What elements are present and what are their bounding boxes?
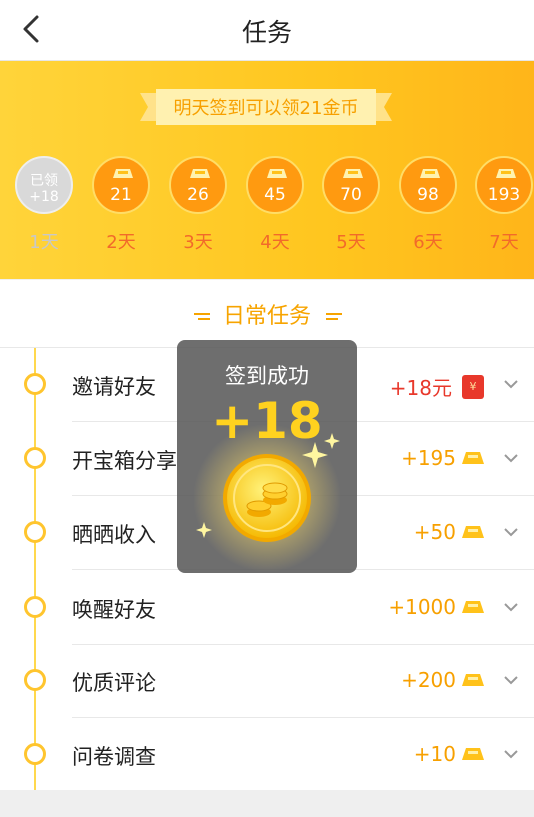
reward-value: +10: [413, 742, 456, 766]
toast-message: 签到成功: [225, 364, 309, 388]
task-row[interactable]: 问卷调查 +10: [0, 718, 534, 792]
day-label: 1天: [29, 232, 59, 253]
gold-ingot-icon: [496, 169, 516, 178]
checkin-day-3: 26 3天: [168, 156, 228, 254]
day-coin: 45: [246, 156, 304, 214]
checkin-day-2: 21 2天: [91, 156, 151, 254]
day-coin: 193: [475, 156, 533, 214]
reward-value: +195: [401, 446, 456, 470]
day-label: 4天: [260, 232, 290, 253]
chevron-down-icon[interactable]: [504, 525, 518, 539]
timeline-dot: [24, 447, 46, 469]
timeline-dot: [24, 596, 46, 618]
gold-ingot-icon: [462, 526, 484, 538]
claimed-status: 已领: [30, 173, 58, 189]
chevron-down-icon[interactable]: [504, 673, 518, 687]
day-amount: 98: [417, 185, 439, 205]
timeline-dot: [24, 669, 46, 691]
checkin-banner: 明天签到可以领21金币 已领 +18 1天 21 2天 26 3天 45 4天: [0, 61, 534, 279]
task-row[interactable]: 唤醒好友 +1000: [0, 571, 534, 645]
day-label: 7天: [489, 232, 519, 253]
day-amount: 21: [110, 185, 132, 205]
day-amount: 193: [487, 185, 521, 205]
task-name: 晒晒收入: [72, 523, 156, 547]
red-envelope-icon: ¥: [462, 374, 484, 399]
day-amount: 45: [264, 185, 286, 205]
gold-ingot-icon: [113, 169, 133, 178]
gold-ingot-icon: [462, 674, 484, 686]
task-reward: +1000: [388, 595, 484, 619]
checkin-day-6: 98 6天: [398, 156, 458, 254]
toast-amount: +18: [211, 392, 323, 450]
checkin-day-5: 70 5天: [321, 156, 381, 254]
day-label: 3天: [183, 232, 213, 253]
section-title: 日常任务: [222, 304, 311, 329]
day-amount: 26: [187, 185, 209, 205]
task-reward: +195: [401, 446, 484, 470]
claimed-coin: 已领 +18: [15, 156, 73, 214]
title-decoration-icon: [326, 313, 342, 320]
task-reward: +50: [414, 520, 484, 544]
gold-ingot-icon: [343, 169, 363, 178]
gold-ingot-icon: [462, 452, 484, 464]
task-name: 优质评论: [72, 671, 156, 695]
timeline-dot: [24, 373, 46, 395]
checkin-day-4: 45 4天: [245, 156, 305, 254]
top-bar: 任务: [0, 0, 534, 61]
checkin-day-7: 193 7天: [474, 156, 534, 254]
task-name: 开宝箱分享: [72, 449, 177, 473]
chevron-down-icon[interactable]: [504, 747, 518, 761]
reward-value: +18元: [389, 376, 452, 400]
gold-ingot-icon: [190, 169, 210, 178]
task-reward: +18元 ¥: [390, 372, 484, 401]
day-label: 6天: [413, 232, 443, 253]
day-coin: 21: [92, 156, 150, 214]
task-name: 问卷调查: [72, 745, 156, 769]
gold-ingot-icon: [420, 169, 440, 178]
bottom-bar: [0, 790, 534, 817]
chevron-down-icon[interactable]: [504, 600, 518, 614]
day-label: 5天: [336, 232, 366, 253]
day-coin: 26: [169, 156, 227, 214]
day-amount: 70: [340, 185, 362, 205]
checkin-ribbon: 明天签到可以领21金币: [140, 89, 392, 125]
gold-ingot-icon: [462, 601, 484, 613]
day-coin: 98: [399, 156, 457, 214]
checkin-day-1: 已领 +18 1天: [14, 156, 74, 254]
reward-value: +50: [413, 520, 456, 544]
task-name: 邀请好友: [72, 375, 156, 399]
chevron-down-icon[interactable]: [504, 451, 518, 465]
task-name: 唤醒好友: [72, 598, 156, 622]
reward-value: +1000: [388, 595, 456, 619]
gold-ingot-icon: [462, 748, 484, 760]
task-reward: +10: [414, 742, 484, 766]
timeline-dot: [24, 743, 46, 765]
task-row[interactable]: 优质评论 +200: [0, 644, 534, 718]
task-reward: +200: [401, 668, 484, 692]
claimed-amount: +18: [29, 189, 59, 205]
page-title: 任务: [241, 18, 292, 47]
day-coin: 70: [322, 156, 380, 214]
reward-value: +200: [401, 668, 456, 692]
gold-ingot-icon: [267, 169, 287, 178]
day-label: 2天: [106, 232, 136, 253]
checkin-success-toast: 签到成功 +18: [177, 340, 357, 573]
chevron-down-icon[interactable]: [504, 377, 518, 391]
timeline-dot: [24, 521, 46, 543]
ribbon-text: 明天签到可以领21金币: [173, 98, 359, 119]
